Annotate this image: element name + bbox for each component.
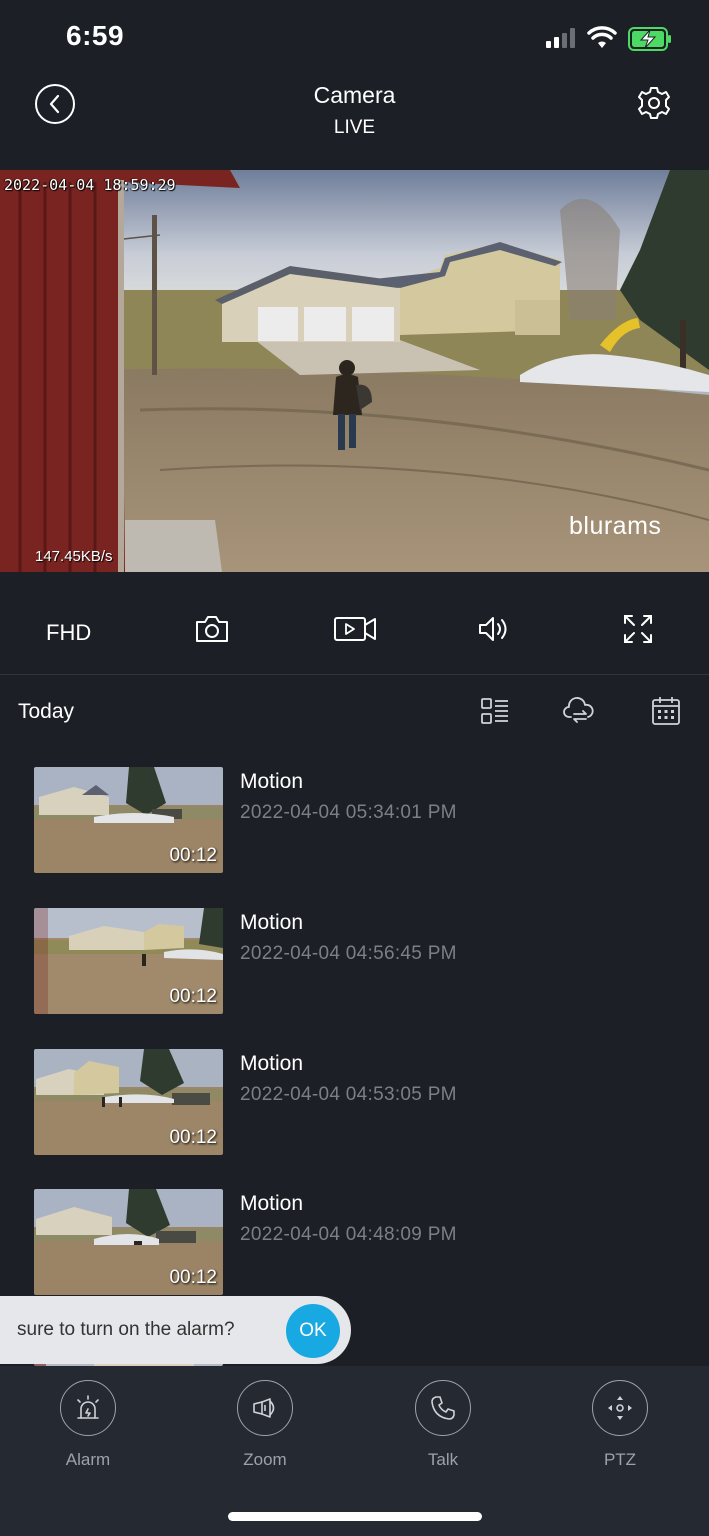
audio-button[interactable] <box>477 612 511 646</box>
video-bitrate: 147.45KB/s <box>35 548 113 565</box>
nav-label: Alarm <box>65 1450 111 1469</box>
fullscreen-button[interactable] <box>622 612 654 646</box>
event-time: 2022-04-04 04:53:05 PM <box>240 1084 457 1105</box>
wifi-icon <box>587 26 617 48</box>
cloud-sync-icon[interactable] <box>562 695 594 727</box>
cellular-signal-icon <box>546 28 575 48</box>
nav-label: PTZ <box>603 1450 637 1469</box>
nav-ptz[interactable]: PTZ <box>570 1380 670 1480</box>
alarm-button[interactable] <box>60 1380 116 1436</box>
nav-talk[interactable]: Talk <box>393 1380 493 1480</box>
event-time: 2022-04-04 04:48:09 PM <box>240 1224 457 1245</box>
event-item[interactable]: 00:12 Motion 2022-04-04 04:56:45 PM <box>0 908 709 1016</box>
video-toolbar: FHD <box>0 572 709 675</box>
header: Camera LIVE <box>0 80 709 170</box>
event-item[interactable]: 00:12 Motion 2022-04-04 04:53:05 PM <box>0 1049 709 1157</box>
toast-message: sure to turn on the alarm? <box>17 1319 235 1340</box>
home-indicator[interactable] <box>228 1512 482 1521</box>
events-date-label: Today <box>18 700 75 723</box>
status-bar: 6:59 <box>0 0 709 80</box>
bottom-nav: Alarm Zoom Talk PTZ <box>0 1366 709 1536</box>
nav-zoom[interactable]: Zoom <box>215 1380 315 1480</box>
ptz-icon <box>608 1396 632 1420</box>
event-time: 2022-04-04 05:34:01 PM <box>240 802 457 823</box>
event-duration: 00:12 <box>169 986 217 1007</box>
gear-icon[interactable] <box>636 85 672 121</box>
event-type: Motion <box>240 911 304 934</box>
video-timestamp: 2022-04-04 18:59:29 <box>4 176 176 194</box>
ptz-button[interactable] <box>592 1380 648 1436</box>
fullscreen-icon <box>624 615 652 643</box>
nav-alarm[interactable]: Alarm <box>38 1380 138 1480</box>
nav-label: Talk <box>427 1450 459 1469</box>
event-thumbnail: 00:12 <box>34 767 223 873</box>
nav-label: Zoom <box>243 1450 287 1469</box>
speaker-icon <box>479 617 507 641</box>
alarm-icon <box>77 1395 99 1419</box>
event-item[interactable]: 00:12 Motion 2022-04-04 05:34:01 PM <box>0 767 709 875</box>
event-thumbnail: 00:12 <box>34 1049 223 1155</box>
list-view-icon[interactable] <box>479 695 511 727</box>
event-type: Motion <box>240 770 304 793</box>
event-thumbnail: 00:12 <box>34 1189 223 1295</box>
event-duration: 00:12 <box>169 845 217 866</box>
live-video-feed[interactable]: 2022-04-04 18:59:29 147.45KB/s blurams <box>0 170 709 572</box>
snapshot-button[interactable] <box>194 612 230 646</box>
status-time: 6:59 <box>66 20 125 51</box>
calendar-icon[interactable] <box>650 695 682 727</box>
record-button[interactable] <box>333 612 377 646</box>
event-time: 2022-04-04 04:56:45 PM <box>240 943 457 964</box>
page-title: Camera <box>313 82 396 108</box>
event-thumbnail: 00:12 <box>34 908 223 1014</box>
event-type: Motion <box>240 1052 304 1075</box>
phone-icon <box>431 1396 455 1420</box>
brand-watermark: blurams <box>569 512 662 540</box>
event-type: Motion <box>240 1192 304 1215</box>
battery-charging-icon <box>628 27 671 51</box>
event-item[interactable]: 00:12 Motion 2022-04-04 04:48:09 PM <box>0 1189 709 1297</box>
live-label: LIVE <box>333 117 376 138</box>
alarm-confirm-toast: sure to turn on the alarm? OK <box>0 1296 351 1364</box>
talk-button[interactable] <box>415 1380 471 1436</box>
ok-button[interactable]: OK <box>286 1304 340 1358</box>
event-duration: 00:12 <box>169 1127 217 1148</box>
quality-fhd-button[interactable]: FHD <box>46 616 91 650</box>
zoom-icon <box>253 1398 275 1418</box>
event-duration: 00:12 <box>169 1267 217 1288</box>
zoom-button[interactable] <box>237 1380 293 1436</box>
camera-icon <box>196 616 228 642</box>
record-video-icon <box>334 617 376 641</box>
